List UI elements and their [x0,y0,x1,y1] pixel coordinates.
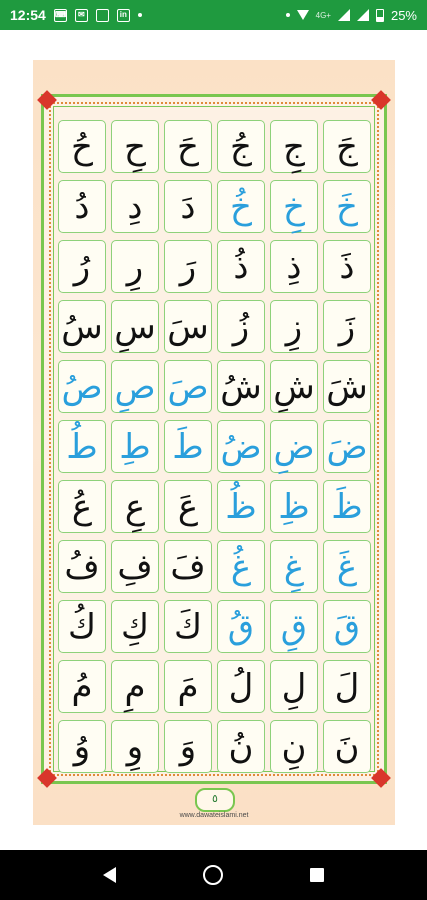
wifi-icon [296,10,309,20]
letter-cell: سَ [164,300,212,353]
website-url: www.dawateislami.net [179,812,249,819]
letter-cell: رِ [111,240,159,293]
letter-cell: زِ [270,300,318,353]
status-dot [285,13,290,17]
letter-cell: صَ [164,360,212,413]
letter-cell: ظُ [217,480,265,533]
letter-cell: ذُ [217,240,265,293]
letter-cell: كُ [58,600,106,653]
letter-cell: لَ [323,660,371,713]
letter-cell: رُ [58,240,106,293]
qaida-page: حُ حِ حَ جُ جِ جَ دُ دِ دَ خُ خِ خَ رُ رِ رَ ذُ ذِ ذَ سُ سِ… [33,60,395,825]
battery-icon [375,8,384,22]
letter-cell: مِ [111,660,159,713]
letter-cell: سُ [58,300,106,353]
page-number: ٥ [195,788,235,812]
letter-cell: وُ [58,720,106,773]
letter-cell: غَ [323,540,371,593]
letter-cell: دَ [164,180,212,233]
letter-cell: زُ [217,300,265,353]
letter-cell: نُ [217,720,265,773]
navigation-bar [0,850,427,900]
letter-cell: ضِ [270,420,318,473]
letter-cell: خُ [217,180,265,233]
letter-cell: قَ [323,600,371,653]
letter-cell: شِ [270,360,318,413]
network-type: 4G+ [315,10,331,20]
letter-cell: لِ [270,660,318,713]
letter-cell: فِ [111,540,159,593]
letter-cell: طُ [58,420,106,473]
letter-cell: وِ [111,720,159,773]
letter-cell: مُ [58,660,106,713]
letter-cell: شُ [217,360,265,413]
letter-cell: ضُ [217,420,265,473]
letter-cell: طَ [164,420,212,473]
letter-cell: عِ [111,480,159,533]
file-notification-icon [95,8,109,22]
letter-cell: زَ [323,300,371,353]
keyboard-notification-icon: ⌨ [53,8,67,22]
letter-cell: وَ [164,720,212,773]
letter-cell: دِ [111,180,159,233]
letter-grid: حُ حِ حَ جُ جِ جَ دُ دِ دَ خُ خِ خَ رُ رِ رَ ذُ ذِ ذَ سُ سِ… [58,120,371,773]
letter-cell: فُ [58,540,106,593]
letter-cell: صِ [111,360,159,413]
letter-cell: شَ [323,360,371,413]
letter-cell: حَ [164,120,212,173]
back-button[interactable] [103,867,117,883]
status-bar: 12:54 ⌨ ✉ in 4G+ 25% [0,0,427,30]
letter-cell: طِ [111,420,159,473]
signal-icon-2 [356,9,369,21]
letter-cell: كَ [164,600,212,653]
letter-cell: ضَ [323,420,371,473]
more-notifications-dot [137,13,142,17]
letter-cell: غُ [217,540,265,593]
battery-percent: 25% [390,7,417,23]
letter-cell: ظَ [323,480,371,533]
letter-cell: فَ [164,540,212,593]
letter-cell: قُ [217,600,265,653]
letter-cell: لُ [217,660,265,713]
linkedin-icon: in [116,8,130,22]
letter-cell: ظِ [270,480,318,533]
message-notification-icon: ✉ [74,8,88,22]
letter-cell: خَ [323,180,371,233]
letter-cell: خِ [270,180,318,233]
letter-cell: جُ [217,120,265,173]
letter-cell: حِ [111,120,159,173]
letter-cell: غِ [270,540,318,593]
letter-cell: ذِ [270,240,318,293]
signal-icon [337,9,350,21]
letter-cell: حُ [58,120,106,173]
letter-cell: صُ [58,360,106,413]
letter-cell: جِ [270,120,318,173]
letter-cell: كِ [111,600,159,653]
letter-cell: سِ [111,300,159,353]
letter-cell: رَ [164,240,212,293]
home-button[interactable] [202,865,223,885]
letter-cell: ذَ [323,240,371,293]
recents-button[interactable] [309,868,324,882]
letter-cell: نِ [270,720,318,773]
letter-cell: جَ [323,120,371,173]
clock: 12:54 [10,7,46,23]
letter-cell: نَ [323,720,371,773]
letter-cell: عَ [164,480,212,533]
letter-cell: دُ [58,180,106,233]
letter-cell: عُ [58,480,106,533]
letter-cell: قِ [270,600,318,653]
letter-cell: مَ [164,660,212,713]
